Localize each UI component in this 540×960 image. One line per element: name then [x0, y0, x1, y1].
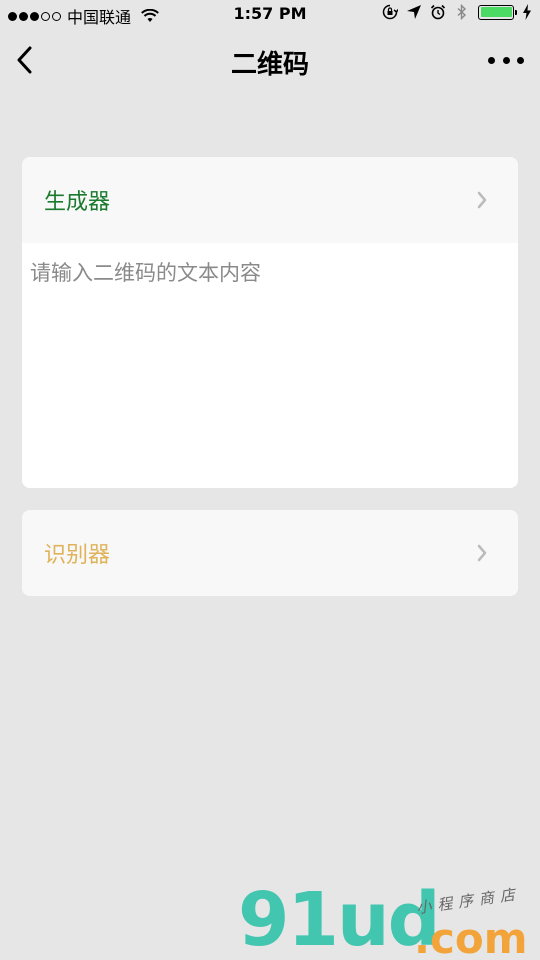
- watermark-domain: .com: [414, 914, 528, 960]
- generator-title: 生成器: [44, 190, 111, 215]
- back-arrow-icon: [17, 46, 32, 74]
- navigation-bar: 二维码: [0, 30, 540, 90]
- status-right: [382, 4, 532, 20]
- page-title: 二维码: [230, 50, 309, 80]
- orientation-lock-icon: [382, 4, 398, 20]
- chevron-right-icon: [477, 544, 487, 562]
- watermark-brand: 91ud: [238, 877, 441, 960]
- battery-icon: [478, 4, 517, 20]
- generator-header[interactable]: 生成器: [22, 157, 518, 243]
- carrier-name: 中国联通: [67, 8, 132, 27]
- generator-card: 生成器: [22, 157, 518, 488]
- charging-icon: [523, 4, 531, 20]
- scanner-header[interactable]: 识别器: [22, 510, 518, 596]
- scanner-card: 识别器: [22, 510, 518, 596]
- status-bar: 中国联通 1:57 PM: [0, 0, 540, 30]
- more-icon: [488, 56, 495, 64]
- scanner-title: 识别器: [44, 543, 111, 568]
- wifi-icon: [141, 9, 159, 22]
- status-left: 中国联通: [8, 4, 159, 28]
- watermark-logo: 91ud 小程序商店 .com: [238, 880, 538, 960]
- alarm-icon: [430, 4, 446, 20]
- more-button[interactable]: [488, 50, 524, 70]
- location-icon: [407, 5, 421, 19]
- qr-text-input[interactable]: [22, 243, 518, 488]
- signal-strength-icon: [8, 11, 61, 21]
- chevron-right-icon: [477, 191, 487, 209]
- back-button[interactable]: [10, 44, 38, 76]
- bluetooth-icon: [457, 4, 467, 20]
